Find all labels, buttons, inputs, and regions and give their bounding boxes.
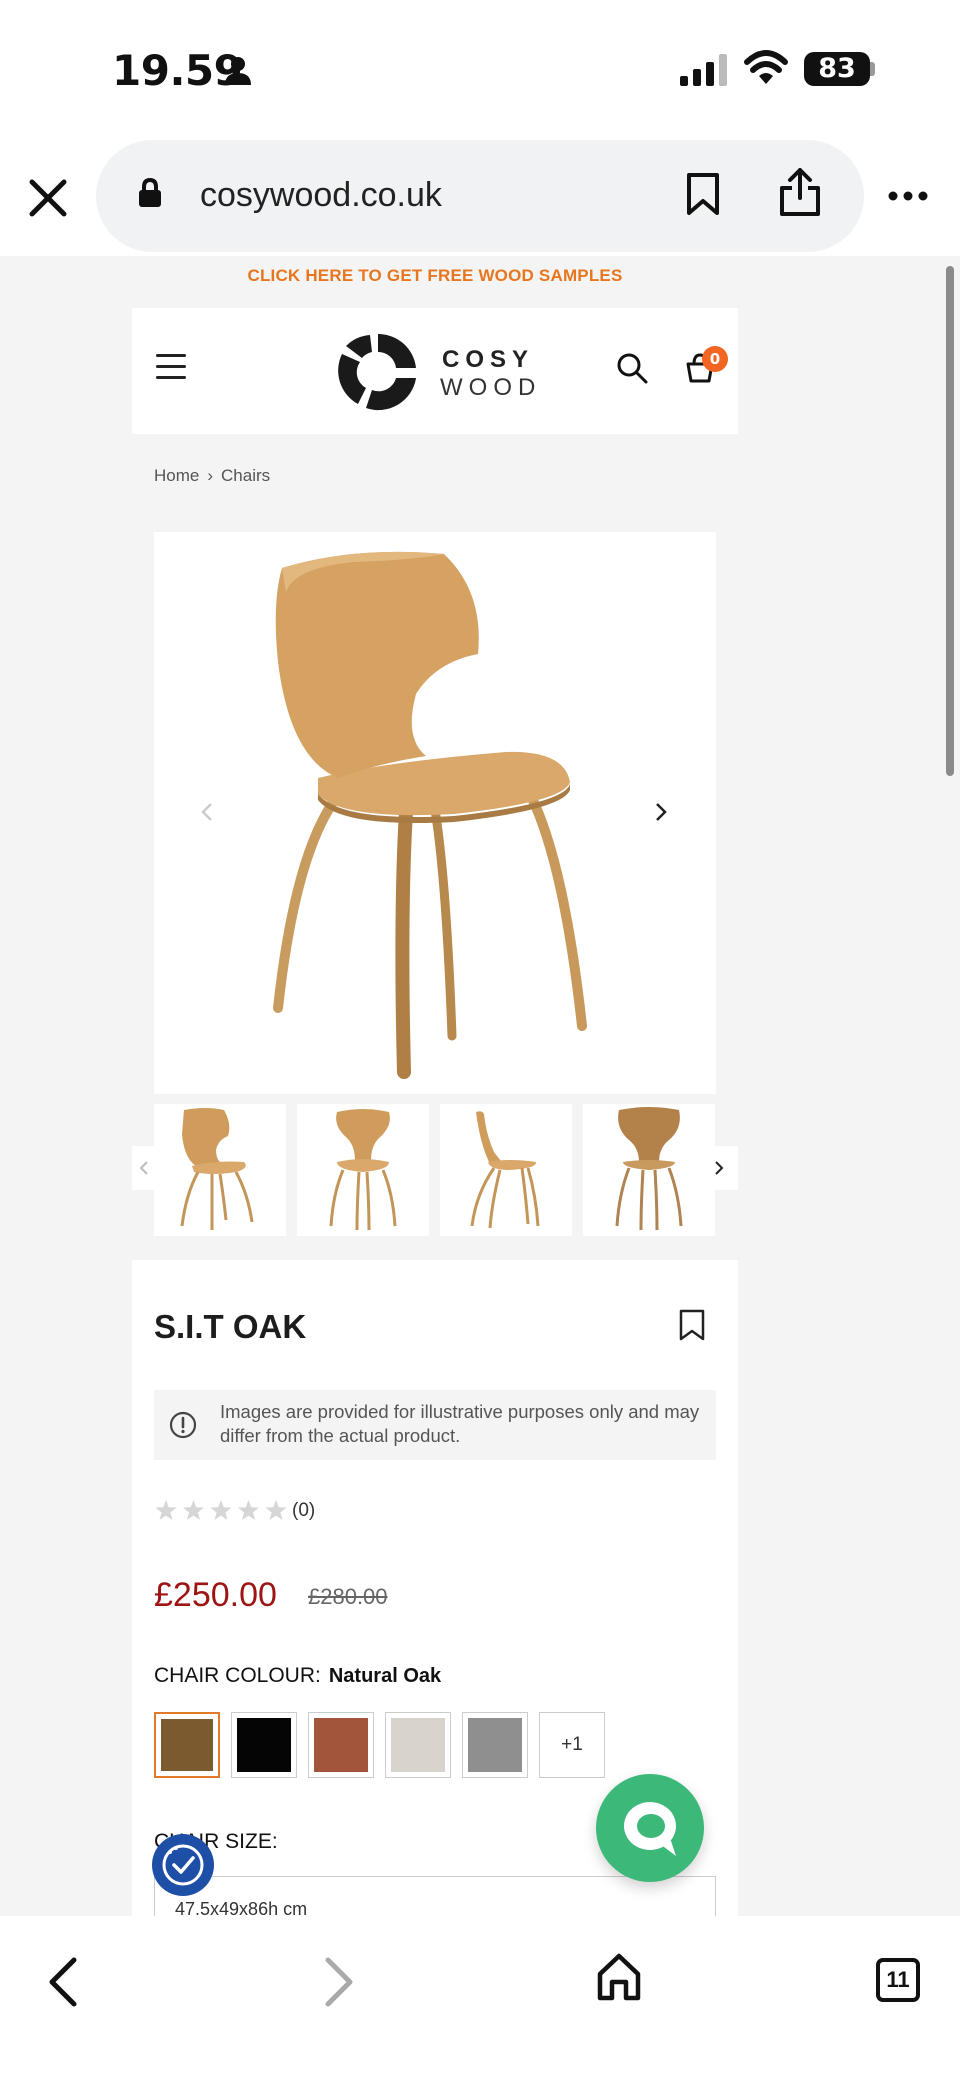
person-icon — [225, 57, 251, 85]
swatch-fill — [468, 1718, 522, 1772]
promo-banner-link[interactable]: CLICK HERE TO GET FREE WOOD SAMPLES — [0, 266, 870, 286]
star-icon — [183, 1500, 204, 1520]
more-colours-button[interactable]: +1 — [539, 1712, 605, 1778]
swatch-fill — [314, 1718, 368, 1772]
info-icon — [169, 1411, 197, 1439]
accessibility-button[interactable] — [152, 1834, 214, 1896]
bookmark-icon[interactable] — [686, 172, 720, 216]
wifi-icon — [744, 50, 788, 84]
rating-stars[interactable] — [154, 1498, 288, 1524]
url-text: cosywood.co.uk — [200, 176, 442, 214]
thumbnail-next-button[interactable] — [704, 1146, 738, 1190]
battery-indicator: 83 — [804, 52, 870, 86]
logo-mark-icon — [338, 333, 416, 411]
colour-swatch-rust[interactable] — [308, 1712, 374, 1778]
breadcrumb-chairs[interactable]: Chairs — [221, 466, 270, 485]
colour-label: CHAIR COLOUR: Natural Oak — [154, 1664, 441, 1688]
home-icon[interactable] — [596, 1952, 642, 2002]
chevron-right-icon — [715, 1161, 724, 1175]
battery-tip — [870, 62, 875, 76]
colour-swatch-grey[interactable] — [462, 1712, 528, 1778]
breadcrumb: Home › Chairs — [154, 466, 270, 486]
lock-icon — [139, 178, 161, 207]
chair-thumbnail-image — [470, 1111, 540, 1229]
logo-text-cosy: COSY — [442, 346, 535, 373]
swatch-fill — [237, 1718, 291, 1772]
status-time: 19.59 — [112, 46, 243, 95]
thumbnail-side[interactable] — [440, 1104, 572, 1236]
live-chat-button[interactable] — [596, 1774, 704, 1882]
product-title: S.I.T OAK — [154, 1308, 307, 1345]
chevron-left-icon — [139, 1161, 148, 1175]
breadcrumb-home[interactable]: Home — [154, 466, 199, 485]
share-icon[interactable] — [778, 166, 822, 218]
size-select[interactable]: 47.5x49x86h cm — [154, 1876, 716, 1916]
star-icon — [155, 1500, 177, 1520]
back-arrow-icon[interactable] — [44, 1956, 80, 2008]
site-header: COSY WOOD 0 — [132, 308, 738, 434]
status-bar: 19.59 83 — [0, 0, 960, 140]
signal-icon — [680, 54, 727, 86]
chair-thumbnail-image — [329, 1109, 397, 1231]
product-main-image[interactable] — [154, 532, 716, 1094]
forward-arrow-icon[interactable] — [322, 1956, 358, 2008]
review-count[interactable]: (0) — [292, 1500, 315, 1522]
chevron-right-icon[interactable] — [654, 802, 668, 822]
swatch-fill — [161, 1719, 213, 1771]
star-icon — [210, 1500, 232, 1520]
colour-swatch-black[interactable] — [231, 1712, 297, 1778]
browser-bottom-toolbar: 11 — [0, 1916, 960, 2086]
chat-bubble-icon — [624, 1802, 676, 1856]
selected-colour: Natural Oak — [328, 1665, 442, 1687]
thumbnail-carousel — [132, 1104, 738, 1236]
chevron-left-icon[interactable] — [200, 802, 214, 822]
swatch-fill — [391, 1718, 445, 1772]
thumbnail-front-2[interactable] — [297, 1104, 429, 1236]
image-disclaimer: Images are provided for illustrative pur… — [154, 1390, 716, 1460]
cart-count-badge: 0 — [702, 346, 728, 372]
current-price: £250.00 — [154, 1576, 277, 1614]
scrollbar[interactable] — [946, 266, 954, 776]
accessibility-icon — [162, 1844, 204, 1886]
chair-image — [273, 551, 587, 1079]
breadcrumb-separator: › — [207, 466, 214, 485]
tabs-button[interactable]: 11 — [876, 1958, 920, 2002]
web-page: CLICK HERE TO GET FREE WOOD SAMPLES COSY… — [0, 256, 960, 1916]
more-options-icon[interactable] — [888, 190, 928, 202]
site-logo[interactable]: COSY WOOD — [336, 326, 536, 416]
size-select-value: 47.5x49x86h cm — [175, 1899, 308, 1916]
colour-swatch-light-grey[interactable] — [385, 1712, 451, 1778]
disclaimer-text: Images are provided for illustrative pur… — [220, 1401, 700, 1446]
chair-thumbnail-image — [180, 1108, 254, 1230]
menu-icon[interactable] — [156, 354, 186, 379]
search-icon[interactable] — [616, 352, 648, 384]
logo-text-wood: WOOD — [440, 374, 542, 401]
address-bar[interactable]: cosywood.co.uk — [96, 140, 864, 252]
original-price: £280.00 — [308, 1584, 388, 1609]
close-tab-button[interactable] — [26, 176, 70, 220]
star-icon — [265, 1500, 287, 1520]
thumbnail-front[interactable] — [154, 1104, 286, 1236]
star-icon — [238, 1500, 259, 1520]
thumbnail-back[interactable] — [583, 1104, 715, 1236]
wishlist-bookmark-icon[interactable] — [678, 1308, 706, 1342]
colour-label-text: CHAIR COLOUR: — [154, 1664, 321, 1687]
thumbnail-prev-button[interactable] — [132, 1146, 154, 1190]
colour-swatch-oak[interactable] — [154, 1712, 220, 1778]
chair-thumbnail-image — [615, 1107, 683, 1231]
browser-bar: cosywood.co.uk — [0, 140, 960, 256]
